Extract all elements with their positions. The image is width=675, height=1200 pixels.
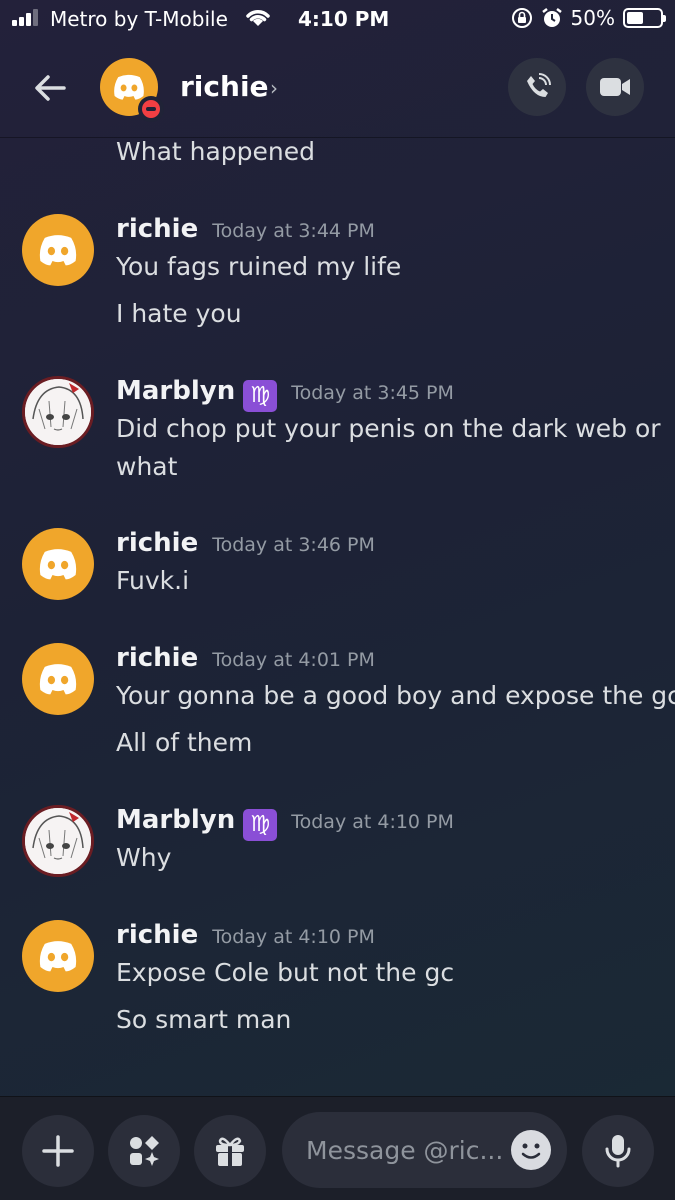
chevron-right-icon[interactable]: › bbox=[270, 76, 278, 100]
back-arrow-icon[interactable] bbox=[30, 68, 70, 108]
wifi-icon bbox=[246, 10, 270, 26]
timestamp: Today at 3:44 PM bbox=[212, 220, 375, 242]
add-attachment-button[interactable] bbox=[22, 1115, 94, 1187]
message-text: You fags ruined my life bbox=[116, 252, 402, 281]
dnd-status-icon bbox=[138, 96, 164, 122]
message-text: Did chop put your penis on the dark web … bbox=[116, 414, 661, 443]
virgo-badge-icon: ♍ bbox=[243, 808, 278, 841]
timestamp: Today at 4:01 PM bbox=[212, 649, 375, 671]
message-header: richie Today at 4:10 PM bbox=[116, 920, 375, 950]
virgo-badge-icon: ♍ bbox=[243, 379, 278, 412]
message-text: what bbox=[116, 452, 178, 481]
microphone-icon bbox=[605, 1135, 631, 1168]
avatar[interactable] bbox=[22, 643, 94, 715]
battery-icon bbox=[623, 8, 666, 28]
discord-logo-icon bbox=[114, 74, 144, 100]
timestamp: Today at 3:46 PM bbox=[212, 534, 375, 556]
voice-message-button[interactable] bbox=[582, 1115, 654, 1187]
message-text: So smart man bbox=[116, 1005, 292, 1034]
clock: 4:10 PM bbox=[298, 7, 390, 31]
apps-button[interactable] bbox=[108, 1115, 180, 1187]
message-text: Why bbox=[116, 843, 172, 872]
avatar[interactable] bbox=[22, 805, 94, 877]
message-text: What happened bbox=[116, 138, 316, 166]
timestamp: Today at 4:10 PM bbox=[291, 811, 454, 833]
discord-logo-icon bbox=[39, 549, 77, 580]
anime-avatar-icon bbox=[25, 808, 91, 874]
timestamp: Today at 4:10 PM bbox=[212, 926, 375, 948]
message-header: richie Today at 4:01 PM bbox=[116, 643, 375, 673]
author-name[interactable]: Marblyn bbox=[116, 805, 235, 835]
discord-logo-icon bbox=[39, 941, 77, 972]
avatar[interactable] bbox=[22, 528, 94, 600]
timestamp: Today at 3:45 PM bbox=[291, 382, 454, 404]
video-call-button[interactable] bbox=[586, 58, 644, 116]
composer-bar bbox=[0, 1096, 675, 1200]
message-input-container bbox=[282, 1112, 567, 1188]
message-text: Expose Cole but not the gc bbox=[116, 958, 455, 987]
status-bar: Metro by T-Mobile 4:10 PM 50% bbox=[0, 0, 675, 38]
message-header: Marblyn ♍ Today at 3:45 PM bbox=[116, 376, 454, 412]
message-input[interactable] bbox=[306, 1130, 506, 1170]
conversation-header: richie › bbox=[0, 38, 675, 138]
orientation-lock-icon bbox=[511, 8, 532, 28]
message-text: I hate you bbox=[116, 299, 242, 328]
author-name[interactable]: richie bbox=[116, 214, 198, 244]
avatar[interactable] bbox=[22, 214, 94, 286]
discord-logo-icon bbox=[39, 235, 77, 266]
author-name[interactable]: richie bbox=[116, 643, 198, 673]
discord-logo-icon bbox=[39, 664, 77, 695]
avatar[interactable] bbox=[22, 920, 94, 992]
gift-icon bbox=[216, 1137, 244, 1166]
emoji-button[interactable] bbox=[511, 1130, 551, 1170]
message-text: All of them bbox=[116, 728, 253, 757]
author-name[interactable]: Marblyn bbox=[116, 376, 235, 406]
voice-call-button[interactable] bbox=[508, 58, 566, 116]
message-header: Marblyn ♍ Today at 4:10 PM bbox=[116, 805, 454, 841]
conversation-title[interactable]: richie bbox=[180, 70, 269, 103]
anime-avatar-icon bbox=[25, 379, 91, 445]
message-list[interactable]: What happened richie Today at 3:44 PM Yo… bbox=[0, 138, 675, 1096]
message-header: richie Today at 3:44 PM bbox=[116, 214, 375, 244]
author-name[interactable]: richie bbox=[116, 528, 198, 558]
gift-button[interactable] bbox=[194, 1115, 266, 1187]
message-text: Fuvk.i bbox=[116, 566, 190, 595]
alarm-icon bbox=[541, 8, 562, 27]
video-camera-icon bbox=[600, 78, 630, 96]
message-header: richie Today at 3:46 PM bbox=[116, 528, 375, 558]
plus-icon bbox=[42, 1135, 74, 1167]
avatar[interactable] bbox=[100, 58, 164, 122]
emoji-icon bbox=[521, 1143, 541, 1159]
phone-call-icon bbox=[527, 73, 551, 97]
message-text: Your gonna be a good boy and expose the … bbox=[116, 681, 675, 710]
avatar[interactable] bbox=[22, 376, 94, 448]
apps-icon bbox=[130, 1136, 159, 1166]
carrier-name: Metro by T-Mobile bbox=[50, 7, 228, 31]
battery-percent: 50% bbox=[570, 6, 615, 30]
author-name[interactable]: richie bbox=[116, 920, 198, 950]
signal-icon bbox=[12, 9, 38, 26]
